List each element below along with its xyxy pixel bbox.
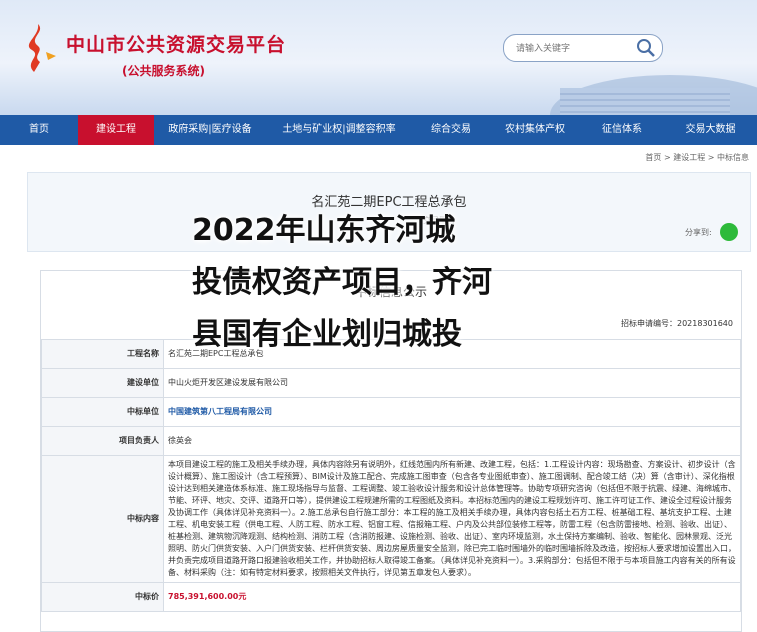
overlay-line: 2022年山东齐河城 (192, 213, 456, 248)
nav-item-home[interactable]: 首页 (0, 115, 78, 145)
breadcrumb[interactable]: 首页 > 建设工程 > 中标信息 (645, 152, 749, 163)
overlay-line: 县国有企业划归城投 (192, 317, 462, 352)
site-title: 中山市公共资源交易平台 (66, 34, 287, 56)
row-key: 中标内容 (41, 455, 164, 583)
overlay-line: 投债权资产项目，齐河 (192, 265, 492, 300)
wechat-share-icon[interactable] (720, 223, 738, 241)
site-subtitle: (公共服务系统) (122, 64, 205, 78)
row-key: 项目负责人 (41, 426, 164, 456)
nav-item-land-mining[interactable]: 土地与矿业权|调整容积率 (266, 115, 412, 145)
main-nav: 首页 建设工程 政府采购|医疗设备 土地与矿业权|调整容积率 综合交易 农村集体… (0, 115, 757, 145)
notice-number: 招标申请编号：20218301640 (621, 319, 733, 328)
nav-item-credit[interactable]: 征信体系 (580, 115, 664, 145)
share-label: 分享到: (685, 228, 712, 237)
overlay-headline: 2022年山东齐河城 投债权资产项目，齐河 县国有企业划归城投 (192, 205, 492, 361)
row-key: 中标单位 (41, 397, 164, 427)
search-box (503, 34, 663, 63)
search-icon[interactable] (636, 38, 656, 58)
row-value: 785,391,600.00元 (163, 582, 741, 612)
nav-item-construction[interactable]: 建设工程 (78, 115, 154, 145)
row-value: 本项目建设工程的施工及相关手续办理，具体内容除另有说明外，红线范围内所有新建、改… (163, 455, 741, 583)
nav-item-procurement[interactable]: 政府采购|医疗设备 (154, 115, 266, 145)
table-row: 中标内容 本项目建设工程的施工及相关手续办理，具体内容除另有说明外，红线范围内所… (41, 455, 741, 583)
search-input[interactable] (514, 35, 638, 63)
table-row: 项目负责人 徐英会 (41, 426, 741, 456)
row-key: 建设单位 (41, 368, 164, 398)
row-value: 中山火炬开发区建设发展有限公司 (163, 368, 741, 398)
building-illustration (550, 75, 757, 115)
table-row: 中标价 785,391,600.00元 (41, 582, 741, 612)
row-value: 徐英会 (163, 426, 741, 456)
nav-item-big-data[interactable]: 交易大数据 (664, 115, 757, 145)
row-key: 工程名称 (41, 339, 164, 369)
nav-item-comprehensive[interactable]: 综合交易 (412, 115, 490, 145)
logo-icon (28, 24, 56, 72)
site-header: 中山市公共资源交易平台 (公共服务系统) (0, 0, 757, 115)
row-key: 中标价 (41, 582, 164, 612)
nav-item-rural-property[interactable]: 农村集体产权 (490, 115, 580, 145)
table-row: 中标单位 中国建筑第八工程局有限公司 (41, 397, 741, 427)
table-row: 建设单位 中山火炬开发区建设发展有限公司 (41, 368, 741, 398)
row-value: 中国建筑第八工程局有限公司 (163, 397, 741, 427)
notice-table: 工程名称 名汇苑二期EPC工程总承包 建设单位 中山火炬开发区建设发展有限公司 … (41, 339, 741, 612)
